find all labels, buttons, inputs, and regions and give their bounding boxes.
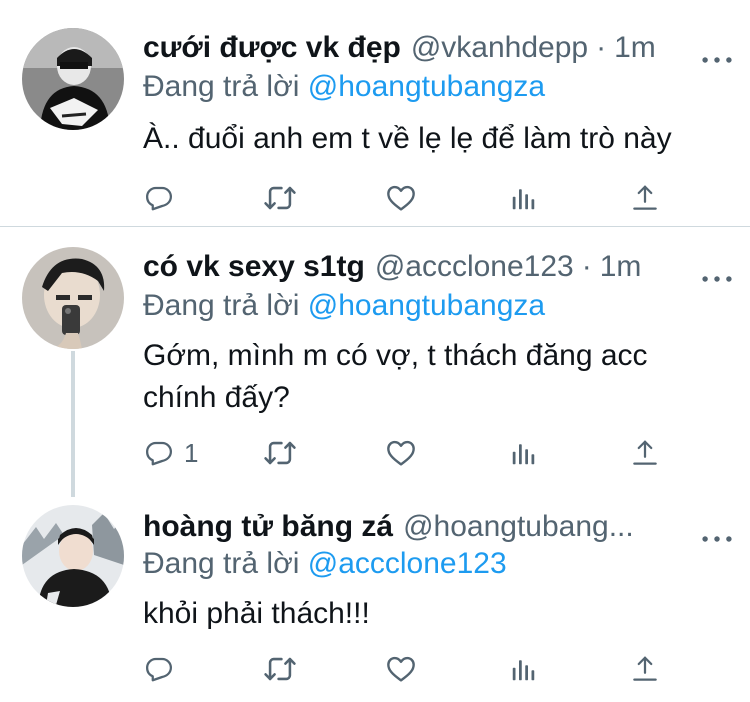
user-handle[interactable]: @hoangtubang... [403, 510, 634, 544]
reply-icon [144, 438, 174, 468]
retweet-button[interactable] [263, 176, 297, 220]
avatar[interactable] [22, 505, 124, 607]
replying-to: Đang trả lời @hoangtubangza [143, 70, 545, 104]
user-handle[interactable]: @accclone123 [375, 250, 574, 284]
share-icon [630, 183, 660, 213]
reply-icon [144, 183, 174, 213]
analytics-icon [509, 438, 539, 468]
like-button[interactable] [385, 431, 417, 475]
share-icon [630, 654, 660, 684]
replying-to: Đang trả lời @hoangtubangza [143, 289, 545, 323]
timestamp[interactable]: 1m [600, 250, 642, 284]
like-button[interactable] [385, 176, 417, 220]
reply-icon [144, 654, 174, 684]
retweet-button[interactable] [263, 647, 297, 691]
separator-dot: · [596, 31, 607, 64]
reply-count: 1 [184, 437, 199, 468]
timestamp[interactable]: 1m [614, 31, 656, 65]
reply-button[interactable] [144, 647, 184, 691]
action-bar [0, 647, 750, 691]
replying-to: Đang trả lời @accclone123 [143, 547, 507, 581]
tweet-3[interactable]: hoàng tử băng zá @hoangtubang... Đang tr… [0, 497, 750, 702]
share-button[interactable] [630, 647, 660, 691]
analytics-button[interactable] [509, 647, 539, 691]
tweet-text-line: chính đấy? [143, 381, 290, 414]
tweet-text-line: Gớm, mình m có vợ, t thách đăng acc [143, 339, 648, 372]
user-handle[interactable]: @vkanhdepp [411, 31, 588, 65]
share-button[interactable] [630, 431, 660, 475]
retweet-icon [263, 181, 297, 215]
mention-link[interactable]: @accclone123 [308, 547, 507, 580]
avatar[interactable] [22, 28, 124, 130]
thread-line [71, 351, 75, 497]
like-button[interactable] [385, 647, 417, 691]
more-icon[interactable] [698, 263, 738, 295]
analytics-button[interactable] [509, 431, 539, 475]
action-bar [0, 176, 750, 220]
more-icon[interactable] [698, 44, 738, 76]
share-icon [630, 438, 660, 468]
separator-dot: · [581, 250, 592, 283]
display-name[interactable]: cưới được vk đẹp [143, 31, 401, 65]
more-icon[interactable] [698, 523, 738, 555]
analytics-icon [509, 183, 539, 213]
tweet-text: khỏi phải thách!!! [143, 597, 370, 630]
like-icon [385, 437, 417, 469]
display-name[interactable]: có vk sexy s1tg [143, 250, 365, 284]
display-name[interactable]: hoàng tử băng zá [143, 510, 393, 544]
analytics-icon [509, 654, 539, 684]
mention-link[interactable]: @hoangtubangza [308, 289, 545, 322]
mention-link[interactable]: @hoangtubangza [308, 70, 545, 103]
replying-to-label: Đang trả lời [143, 70, 300, 103]
reply-button[interactable] [144, 176, 184, 220]
like-icon [385, 653, 417, 685]
tweet-text: Gớm, mình m có vợ, t thách đăng acc chín… [143, 335, 726, 419]
retweet-button[interactable] [263, 431, 297, 475]
retweet-icon [263, 652, 297, 686]
share-button[interactable] [630, 176, 660, 220]
tweet-2[interactable]: có vk sexy s1tg @accclone123 · 1m Đang t… [0, 227, 750, 497]
action-bar: 1 [0, 431, 750, 475]
replying-to-label: Đang trả lời [143, 547, 300, 580]
like-icon [385, 182, 417, 214]
replying-to-label: Đang trả lời [143, 289, 300, 322]
retweet-icon [263, 436, 297, 470]
analytics-button[interactable] [509, 176, 539, 220]
reply-button[interactable]: 1 [144, 431, 198, 475]
tweet-text: À.. đuổi anh em t về lẹ lẹ để làm trò nà… [143, 122, 672, 155]
tweet-1[interactable]: cưới được vk đẹp @vkanhdepp · 1m Đang tr… [0, 0, 750, 226]
avatar[interactable] [22, 247, 124, 349]
